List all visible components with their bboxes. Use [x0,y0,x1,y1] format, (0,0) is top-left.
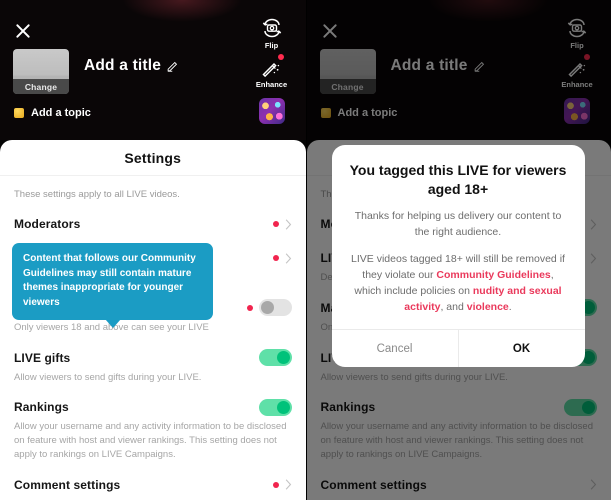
magic-wand-icon [259,54,285,79]
tooltip-text: Content that follows our Community Guide… [23,253,196,308]
flip-camera-button[interactable]: Flip [260,16,284,50]
age-rating-dialog: You tagged this LIVE for viewers aged 18… [331,145,585,368]
add-title-row[interactable]: Add a title [84,57,179,75]
setting-label-live-gifts: LIVE gifts [14,350,71,365]
setting-desc-rankings: Allow your username and any activity inf… [14,421,287,460]
dialog-paragraph-1: Thanks for helping us delivery our conte… [354,209,562,238]
settings-sheet: Settings These settings apply to all LIV… [0,140,306,500]
policy-link[interactable]: violence [467,301,509,313]
camera-glow [122,0,243,22]
toggle-rankings[interactable] [258,398,292,416]
row-accessory [272,252,292,264]
camera-preview-area: Change Add a title Add a topic [0,0,306,140]
setting-label-comment-settings: Comment settings [14,477,121,492]
setting-label-moderators: Moderators [14,217,81,231]
badge-dot [272,481,279,488]
chevron-right-icon [285,252,291,264]
add-topic-label: Add a topic [31,107,91,119]
settings-title: Settings [124,149,182,166]
add-topic-row[interactable]: Add a topic [14,107,91,119]
camera-flip-icon [260,16,284,40]
effects-thumbnail[interactable] [258,98,285,124]
row-accessory [246,299,292,317]
close-icon[interactable] [14,22,32,40]
cancel-button[interactable]: Cancel [332,330,458,367]
setting-row-live-gifts[interactable]: LIVE gifts [14,345,292,367]
toggle-knob [260,301,274,315]
dialog-text: , and [440,300,467,313]
dialog-body: You tagged this LIVE for viewers aged 18… [332,145,585,329]
dialog-paragraph-2: LIVE videos tagged 18+ will still be rem… [350,252,567,315]
change-cover-button[interactable]: Change [13,79,69,94]
policy-link[interactable]: Community Guidelines [436,269,550,281]
chevron-right-icon [285,218,291,230]
setting-desc-mature-themes: Only viewers 18 and above can see your L… [14,317,292,345]
setting-row-moderators[interactable]: Moderators [14,211,292,233]
left-panel: Change Add a title Add a topic Flip Enha… [0,0,306,500]
row-accessory [272,218,292,230]
enhance-button[interactable]: Enhance [255,54,288,89]
settings-body: These settings apply to all LIVE videos.… [0,176,306,494]
setting-label-rankings: Rankings [14,400,69,415]
row-accessory [272,479,292,490]
badge-dot [246,304,253,311]
badge-dot [272,221,279,227]
toggle-knob [276,400,290,414]
enhance-badge [278,54,285,60]
setting-desc-live-gifts: Allow viewers to send gifts during your … [14,371,202,383]
ok-button[interactable]: OK [459,330,585,367]
camera-tool-rail: Flip Enhance [246,16,298,124]
enhance-label: Enhance [255,80,288,89]
topic-icon [14,108,24,118]
dialog-actions: Cancel OK [331,329,585,368]
dialog-title: You tagged this LIVE for viewers aged 18… [349,162,567,197]
toggle-live-gifts[interactable] [258,349,292,367]
settings-intro: These settings apply to all LIVE videos. [14,189,180,200]
pencil-icon [167,61,178,72]
settings-header: Settings [0,140,306,176]
toggle-mature-themes[interactable] [258,299,292,317]
right-panel: Change Add a title Add a topic [305,0,611,500]
toggle-knob [276,351,290,365]
chevron-right-icon [285,479,291,490]
dialog-text: . [508,300,512,313]
flip-label: Flip [264,41,279,50]
add-title-label: Add a title [84,57,162,74]
row-accessory [258,398,292,416]
row-accessory [258,349,292,367]
setting-row-comment-settings[interactable]: Comment settings [14,472,292,494]
screenshot-stage: Change Add a title Add a topic Flip Enha… [0,0,611,500]
setting-row-rankings[interactable]: Rankings [14,394,292,416]
badge-dot [272,255,279,261]
mature-themes-tooltip: Content that follows our Community Guide… [12,243,213,320]
cover-thumbnail[interactable]: Change [13,49,69,94]
